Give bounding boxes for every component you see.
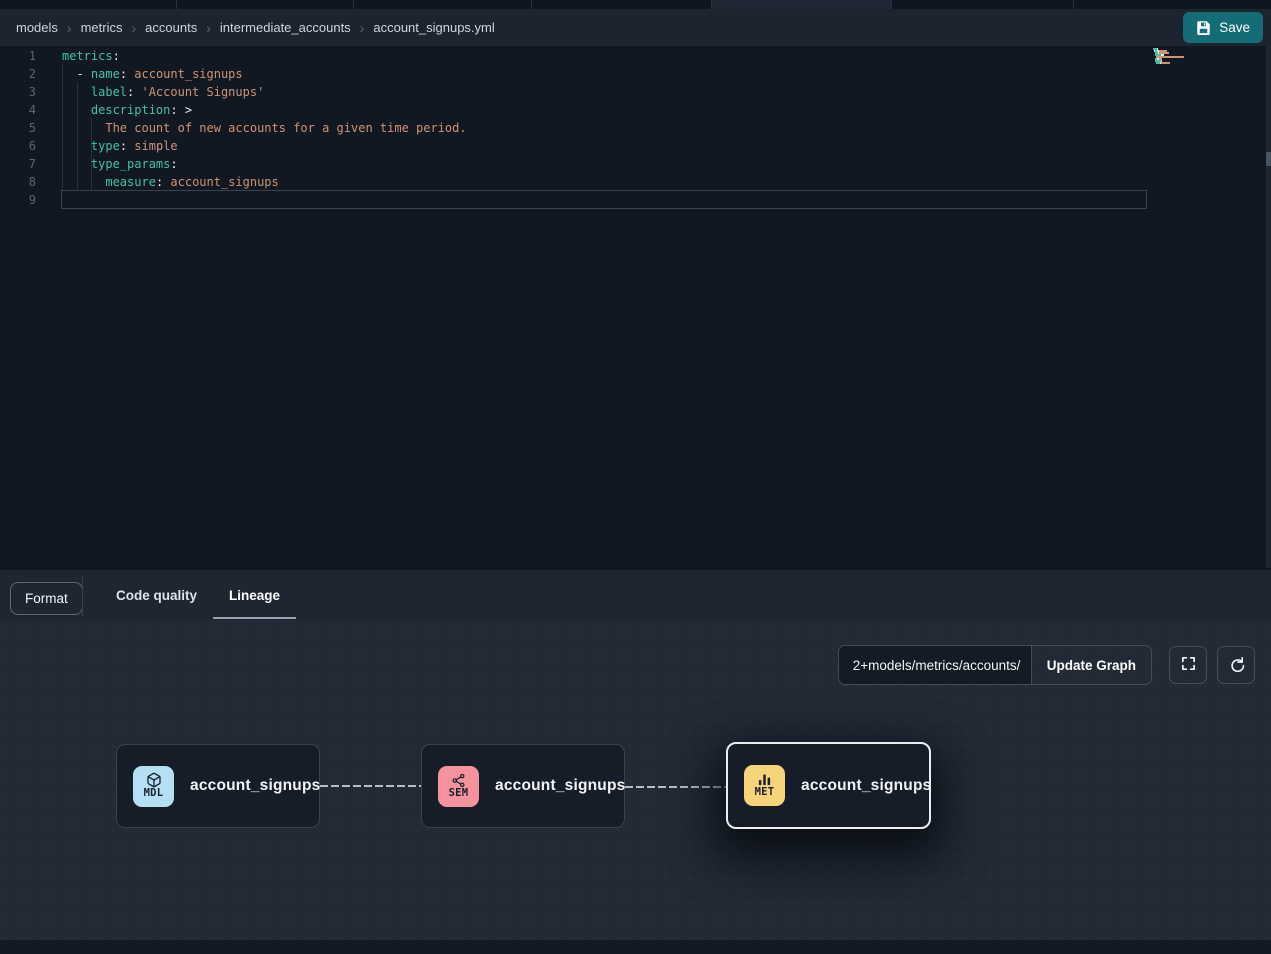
breadcrumb-item[interactable]: accounts [145, 20, 197, 35]
graph-selector: 2+models/metrics/accounts/ Update Graph [838, 645, 1152, 685]
top-tab-active[interactable] [712, 0, 892, 9]
node-label: account_signups [190, 777, 320, 795]
top-tab[interactable] [354, 0, 532, 9]
refresh-icon [1228, 655, 1245, 675]
line-number: 9 [0, 191, 36, 209]
lineage-canvas[interactable]: 2+models/metrics/accounts/ Update Graph … [0, 620, 1271, 940]
panel-header-divider [82, 577, 83, 616]
code-line: 1 metrics: [0, 47, 1271, 65]
code-line: 5 The count of new accounts for a given … [0, 119, 1271, 137]
code-line-text: measure: account_signups [62, 173, 279, 191]
update-graph-button[interactable]: Update Graph [1031, 646, 1151, 684]
code-line-text: - name: account_signups [62, 65, 243, 83]
line-number: 1 [0, 47, 36, 65]
code-line: 8 measure: account_signups [0, 173, 1271, 191]
save-button[interactable]: Save [1183, 12, 1263, 43]
breadcrumb-item[interactable]: models [16, 20, 58, 35]
top-tab[interactable] [0, 0, 177, 9]
node-badge-label: MDL [144, 788, 164, 800]
code-line: 9 [0, 191, 1271, 209]
top-tab[interactable] [1074, 0, 1271, 9]
breadcrumb-item[interactable]: metrics [81, 20, 123, 35]
line-number: 8 [0, 173, 36, 191]
top-tab[interactable] [532, 0, 712, 9]
editor-scrollbar[interactable] [1266, 46, 1271, 568]
line-number: 6 [0, 137, 36, 155]
code-line-text: type_params: [62, 155, 178, 173]
chevron-right-icon: › [67, 21, 72, 35]
fullscreen-icon [1180, 655, 1197, 675]
line-number: 5 [0, 119, 36, 137]
code-line: 7 type_params: [0, 155, 1271, 173]
bar-chart-icon [757, 772, 772, 787]
current-line-highlight [61, 190, 1147, 209]
node-badge-label: SEM [449, 788, 469, 800]
top-tab-strip [0, 0, 1271, 9]
save-button-label: Save [1219, 20, 1250, 35]
code-line: 2 - name: account_signups [0, 65, 1271, 83]
bottom-panel-tabs: Code qualityLineage [100, 570, 296, 620]
line-number: 3 [0, 83, 36, 101]
editor-minimap[interactable] [1153, 48, 1215, 66]
format-button[interactable]: Format [10, 582, 83, 615]
line-number: 7 [0, 155, 36, 173]
status-bottom-bar [0, 940, 1271, 954]
code-line-text: metrics: [62, 47, 120, 65]
code-editor[interactable]: 1 metrics: 2 - name: account_signups 3 l… [0, 46, 1271, 568]
node-badge: SEM [438, 766, 479, 807]
lineage-node[interactable]: MDL account_signups [116, 744, 320, 828]
code-line-text: description: > [62, 101, 192, 119]
bottom-panel-header: Format Code qualityLineage [0, 568, 1271, 620]
breadcrumb: models › metrics › accounts › intermediate_acc… [16, 20, 495, 35]
code-lines: 1 metrics: 2 - name: account_signups 3 l… [0, 47, 1271, 209]
lineage-node[interactable]: SEM account_signups [421, 744, 625, 828]
node-label: account_signups [801, 777, 931, 795]
network-icon [451, 773, 466, 788]
node-badge: MET [744, 765, 785, 806]
cube-icon [146, 772, 162, 788]
fullscreen-button[interactable] [1169, 646, 1207, 684]
top-tab[interactable] [177, 0, 354, 9]
breadcrumb-item[interactable]: account_signups.yml [373, 20, 494, 35]
code-line: 4 description: > [0, 101, 1271, 119]
code-line-text: type: simple [62, 137, 178, 155]
chevron-right-icon: › [360, 21, 365, 35]
top-tab[interactable] [892, 0, 1074, 9]
breadcrumb-bar: models › metrics › accounts › intermediate_acc… [0, 9, 1271, 46]
tab-code-quality[interactable]: Code quality [100, 570, 213, 620]
breadcrumb-item[interactable]: intermediate_accounts [220, 20, 351, 35]
tab-lineage[interactable]: Lineage [213, 570, 296, 620]
code-line: 3 label: 'Account Signups' [0, 83, 1271, 101]
line-number: 2 [0, 65, 36, 83]
code-line: 6 type: simple [0, 137, 1271, 155]
node-label: account_signups [495, 777, 625, 795]
editor-scrollbar-thumb[interactable] [1266, 152, 1271, 166]
save-floppy-icon [1196, 20, 1211, 35]
node-badge-label: MET [755, 787, 775, 799]
code-line-text: The count of new accounts for a given ti… [62, 119, 467, 137]
chevron-right-icon: › [131, 21, 136, 35]
code-line-text: label: 'Account Signups' [62, 83, 264, 101]
lineage-node[interactable]: MET account_signups [726, 742, 931, 829]
line-number: 4 [0, 101, 36, 119]
node-badge: MDL [133, 766, 174, 807]
refresh-button[interactable] [1217, 646, 1255, 684]
chevron-right-icon: › [206, 21, 211, 35]
graph-selector-input[interactable]: 2+models/metrics/accounts/ [839, 646, 1031, 684]
